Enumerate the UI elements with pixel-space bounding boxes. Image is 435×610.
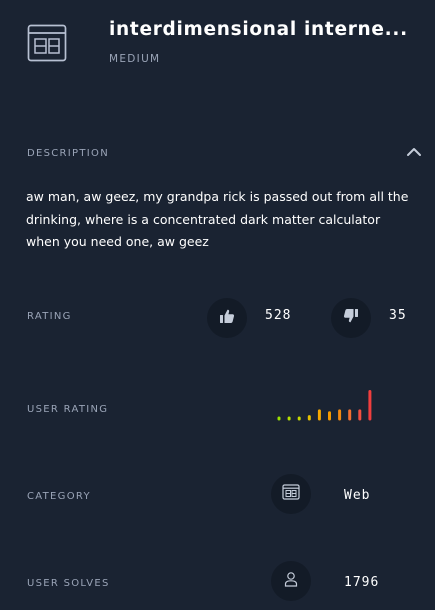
description-label: DESCRIPTION	[27, 148, 109, 159]
web-window-icon	[282, 484, 300, 504]
user-solves-value: 1796	[344, 575, 380, 590]
user-solves-label: USER SOLVES	[27, 578, 110, 589]
difficulty-label: MEDIUM	[109, 53, 161, 65]
thumbs-up-icon	[219, 308, 235, 328]
like-button[interactable]	[207, 298, 247, 338]
likes-count: 528	[265, 308, 292, 323]
category-icon-badge	[271, 474, 311, 514]
rating-label: RATING	[27, 311, 72, 322]
category-label: CATEGORY	[27, 491, 91, 502]
challenge-details-panel: interdimensional interne... MEDIUM DESCR…	[0, 0, 435, 610]
dislikes-count: 35	[389, 308, 407, 323]
web-window-icon	[27, 24, 67, 62]
category-value: Web	[344, 488, 371, 503]
user-icon	[284, 571, 298, 591]
user-rating-chart	[277, 390, 372, 421]
solves-icon-badge	[271, 561, 311, 601]
dislike-button[interactable]	[331, 298, 371, 338]
challenge-title: interdimensional interne...	[109, 19, 408, 40]
user-rating-label: USER RATING	[27, 404, 109, 415]
thumbs-down-icon	[343, 308, 359, 328]
description-text: aw man, aw geez, my grandpa rick is pass…	[26, 189, 409, 249]
chevron-up-icon[interactable]	[405, 144, 423, 158]
